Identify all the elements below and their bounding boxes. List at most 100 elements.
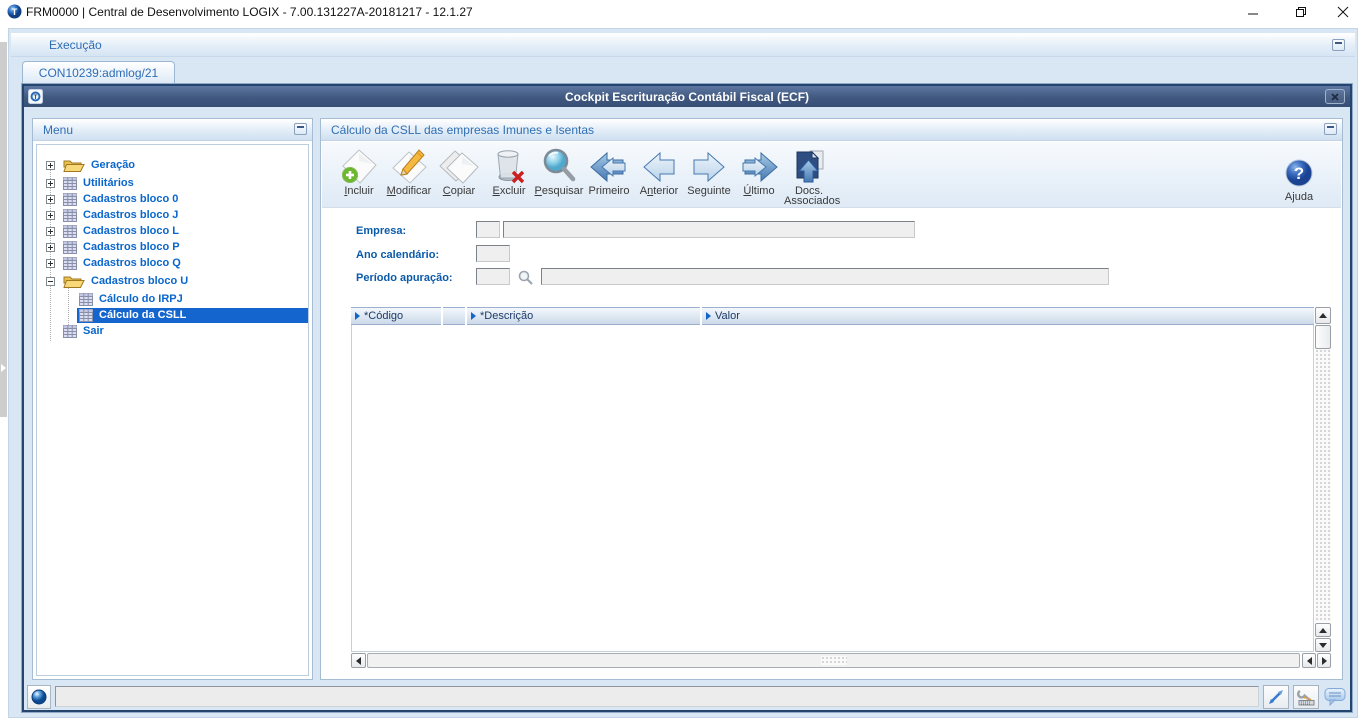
restore-panel-icon[interactable] bbox=[1332, 39, 1345, 51]
expand-plus-icon[interactable] bbox=[46, 242, 55, 252]
tree-item-calculo-csll[interactable]: Cálculo da CSLL bbox=[37, 307, 308, 323]
tree-item-cadastros-bloco-l[interactable]: Cadastros bloco L bbox=[37, 223, 308, 239]
periodo-code-input[interactable] bbox=[476, 268, 510, 285]
primeiro-button[interactable]: Primeiro bbox=[584, 142, 634, 207]
tree-item-utilitarios[interactable]: Utilitários bbox=[37, 175, 308, 191]
search-magnifier-icon[interactable] bbox=[518, 270, 533, 290]
close-button[interactable] bbox=[1326, 2, 1360, 22]
anterior-label: Anterior bbox=[639, 185, 679, 197]
tree-item-cadastros-bloco-q[interactable]: Cadastros bloco Q bbox=[37, 255, 308, 271]
os-window-title: FRM0000 | Central de Desenvolvimento LOG… bbox=[26, 5, 473, 19]
execution-section-bar: Execução bbox=[11, 33, 1355, 57]
resize-window-button[interactable] bbox=[1263, 684, 1289, 709]
ano-calendario-input[interactable] bbox=[476, 245, 510, 262]
excluir-label: Excluir bbox=[492, 185, 526, 197]
incluir-button[interactable]: Incluir bbox=[334, 142, 384, 207]
modificar-button[interactable]: Modificar bbox=[384, 142, 434, 207]
scroll-left-button[interactable] bbox=[351, 653, 366, 668]
sort-arrow-icon bbox=[471, 312, 476, 320]
expand-plus-icon[interactable] bbox=[46, 178, 55, 188]
tree-item-calculo-irpj[interactable]: Cálculo do IRPJ bbox=[37, 291, 308, 307]
column-header-blank[interactable] bbox=[443, 307, 465, 325]
column-header-valor[interactable]: Valor bbox=[702, 307, 1314, 325]
collapsed-panel-splitter[interactable] bbox=[0, 42, 7, 417]
periodo-apuracao-label: Período apuração: bbox=[356, 272, 453, 284]
seguinte-label: Seguinte bbox=[687, 185, 731, 197]
seguinte-button[interactable]: Seguinte bbox=[684, 142, 734, 207]
scroll-right-button[interactable] bbox=[1317, 653, 1331, 668]
scroll-down-button[interactable] bbox=[1315, 638, 1331, 652]
keyboard-config-icon bbox=[1297, 689, 1315, 705]
empresa-code-input[interactable] bbox=[476, 221, 500, 238]
scroll-grip bbox=[820, 656, 847, 665]
minimize-button[interactable] bbox=[1236, 2, 1270, 22]
tree-item-cadastros-bloco-j[interactable]: Cadastros bloco J bbox=[37, 207, 308, 223]
copiar-button[interactable]: Copiar bbox=[434, 142, 484, 207]
modificar-label: Modificar bbox=[386, 185, 432, 197]
collapse-minus-icon[interactable] bbox=[46, 276, 55, 286]
horizontal-scrollbar[interactable] bbox=[351, 653, 1331, 668]
new-record-icon bbox=[334, 147, 384, 186]
mdi-body: Menu Geração Utilitários Cadastros bloco… bbox=[24, 107, 1350, 712]
column-header-descricao[interactable]: *Descrição bbox=[467, 307, 700, 325]
minimize-panel-icon[interactable] bbox=[294, 123, 307, 135]
help-icon: ? bbox=[1271, 153, 1327, 192]
record-toolbar: Incluir Modificar Copiar Excluir Pesquis… bbox=[322, 142, 1341, 208]
vertical-scroll-track[interactable] bbox=[1315, 349, 1331, 622]
keyboard-config-button[interactable] bbox=[1293, 684, 1319, 709]
scroll-up-button[interactable] bbox=[1315, 623, 1331, 637]
tree-item-cadastros-bloco-p[interactable]: Cadastros bloco P bbox=[37, 239, 308, 255]
primeiro-label: Primeiro bbox=[588, 185, 630, 197]
restore-button[interactable] bbox=[1284, 2, 1318, 22]
expand-plus-icon[interactable] bbox=[46, 210, 55, 220]
mdi-titlebar[interactable]: T Cockpit Escrituração Contábil Fiscal (… bbox=[24, 86, 1350, 107]
horizontal-scroll-thumb[interactable] bbox=[367, 653, 1300, 668]
minimize-panel-icon[interactable] bbox=[1324, 123, 1337, 135]
scroll-left-button[interactable] bbox=[1302, 653, 1316, 668]
csll-panel: Cálculo da CSLL das empresas Imunes e Is… bbox=[320, 118, 1343, 680]
periodo-desc-input[interactable] bbox=[541, 268, 1109, 285]
ultimo-button[interactable]: Último bbox=[734, 142, 784, 207]
tree-item-cadastros-bloco-0[interactable]: Cadastros bloco 0 bbox=[37, 191, 308, 207]
ajuda-label: Ajuda bbox=[1284, 191, 1314, 203]
edit-pencil-icon bbox=[384, 147, 434, 186]
pesquisar-label: Pesquisar bbox=[534, 185, 584, 197]
expand-plus-icon[interactable] bbox=[46, 194, 55, 204]
menu-panel-title: Menu bbox=[43, 122, 74, 137]
scroll-up-button[interactable] bbox=[1315, 307, 1331, 324]
docs-associados-button[interactable]: Docs. Associados bbox=[784, 142, 840, 207]
grid-icon bbox=[63, 176, 77, 190]
chat-button[interactable] bbox=[1323, 685, 1347, 709]
mdi-window: T Cockpit Escrituração Contábil Fiscal (… bbox=[22, 84, 1352, 712]
left-arrow-icon bbox=[1306, 656, 1312, 665]
session-tab-label: CON10239:admlog/21 bbox=[38, 66, 159, 80]
pesquisar-button[interactable]: Pesquisar bbox=[534, 142, 584, 207]
expand-plus-icon[interactable] bbox=[46, 258, 55, 268]
empresa-label: Empresa: bbox=[356, 225, 407, 237]
vertical-scroll-thumb[interactable] bbox=[1315, 325, 1331, 349]
svg-text:T: T bbox=[12, 7, 18, 17]
window-close-button[interactable] bbox=[1325, 89, 1345, 104]
column-header-codigo[interactable]: *Código bbox=[351, 307, 441, 325]
session-tab[interactable]: CON10239:admlog/21 bbox=[22, 61, 175, 84]
os-titlebar: T FRM0000 | Central de Desenvolvimento L… bbox=[0, 0, 1366, 24]
tree-item-cadastros-bloco-u[interactable]: Cadastros bloco U bbox=[37, 271, 308, 291]
empresa-name-input[interactable] bbox=[503, 221, 915, 238]
tree-item-geracao[interactable]: Geração bbox=[37, 155, 308, 175]
vertical-scrollbar[interactable] bbox=[1315, 307, 1331, 652]
status-bar bbox=[27, 684, 1347, 709]
anterior-button[interactable]: Anterior bbox=[634, 142, 684, 207]
excluir-button[interactable]: Excluir bbox=[484, 142, 534, 207]
ajuda-button[interactable]: ? Ajuda bbox=[1271, 148, 1327, 203]
expand-plus-icon[interactable] bbox=[46, 226, 55, 236]
associated-docs-icon bbox=[784, 147, 834, 186]
tree-item-sair[interactable]: Sair bbox=[37, 323, 308, 339]
resize-diagonal-icon bbox=[1269, 689, 1283, 704]
expand-plus-icon[interactable] bbox=[46, 160, 55, 170]
down-arrow-icon bbox=[1319, 642, 1327, 648]
grid-icon bbox=[79, 292, 93, 306]
grid-icon bbox=[63, 240, 77, 254]
folder-open-icon bbox=[63, 273, 85, 289]
up-arrow-icon bbox=[1319, 313, 1327, 318]
menu-panel: Menu Geração Utilitários Cadastros bloco… bbox=[32, 118, 313, 680]
